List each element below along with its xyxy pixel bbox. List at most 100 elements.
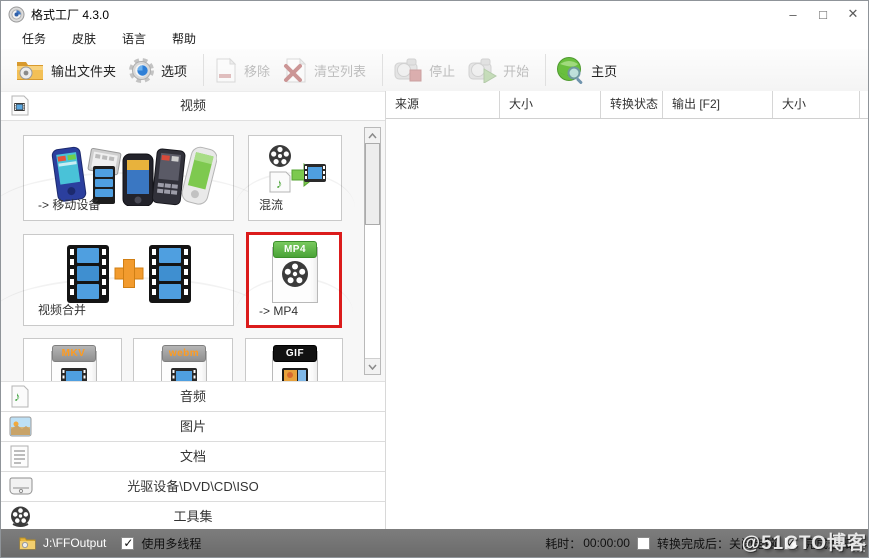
column-convert-state[interactable]: 转换状态	[601, 91, 663, 118]
svg-text:♪: ♪	[276, 176, 283, 191]
options-label: 选项	[161, 63, 188, 79]
tile-mkv[interactable]: MKV	[23, 338, 122, 381]
elapsed-label: 耗时：	[545, 536, 582, 551]
output-folder-label: 输出文件夹	[51, 63, 117, 79]
mp4-file-icon: MP4	[266, 239, 322, 303]
multithread-checkbox[interactable]	[121, 536, 135, 550]
sidebar-item-document[interactable]: 文档	[1, 442, 385, 472]
notify-checkbox[interactable]	[783, 536, 797, 550]
sidebar-item-document-label: 文档	[179, 449, 206, 464]
mp4-format-tab: MP4	[273, 241, 317, 258]
remove-file-icon	[216, 57, 237, 82]
sidebar-item-optical-dvd-cd-iso[interactable]: 光驱设备\DVD\CD\ISO	[1, 472, 385, 502]
tile-mobile-device[interactable]: -> 移动设备	[1, 135, 265, 221]
column-output[interactable]: 输出 [F2]	[663, 91, 773, 118]
stop-icon	[394, 58, 422, 82]
queue-empty-area	[386, 119, 868, 532]
tile-mux[interactable]: ♪ 混流	[235, 135, 355, 221]
stop-label: 停止	[429, 63, 456, 79]
shutdown-checkbox[interactable]	[636, 536, 650, 550]
video-section-label: 视频	[179, 98, 206, 113]
home-globe-icon	[557, 57, 583, 84]
clear-list-icon	[284, 57, 307, 82]
status-left-group: J:\FFOutput 使用多线程	[19, 535, 201, 552]
status-bar: J:\FFOutput 使用多线程 耗时： 00:00:00 转换完成后：关闭电…	[1, 529, 868, 557]
gif-file-icon: GIF	[266, 343, 322, 381]
column-size[interactable]: 大小	[500, 91, 601, 118]
shutdown-label[interactable]: 转换完成后：关闭电脑	[657, 535, 777, 552]
sidebar-item-optical-label: 光驱设备\DVD\CD\ISO	[127, 479, 259, 494]
status-right-group: 耗时： 00:00:00 转换完成后：关闭电脑 完成通知	[545, 535, 852, 552]
mkv-format-tab: MKV	[51, 345, 96, 362]
column-size-2[interactable]: 大小	[773, 91, 860, 118]
remove-label: 移除	[244, 63, 271, 79]
menu-help[interactable]: 帮助	[159, 28, 209, 49]
queue-header: 来源 大小 转换状态 输出 [F2] 大小	[386, 91, 868, 119]
video-format-tiles: -> 移动设备 ♪ 混流 视频合并 MP4 -> MP4 MKV webm GI…	[1, 121, 385, 382]
film-reel-icon	[282, 261, 308, 287]
stop-button[interactable]: 停止	[393, 57, 455, 83]
sidebar-item-toolset-label: 工具集	[173, 509, 213, 524]
toolset-reel-icon	[11, 506, 30, 527]
window-controls: – □ ✕	[778, 1, 868, 27]
sidebar-item-audio[interactable]: ♪ 音频	[1, 382, 385, 412]
picture-icon	[9, 416, 32, 437]
optical-drive-icon	[9, 477, 33, 495]
resize-grip[interactable]	[859, 546, 861, 548]
menu-bar: 任务 皮肤 语言 帮助	[1, 27, 868, 49]
start-icon	[468, 58, 498, 83]
toolbar: 输出文件夹 选项 移除 清空列表 停止 开始 主页	[1, 49, 868, 92]
tiles-scrollbar[interactable]	[364, 127, 381, 375]
start-label: 开始	[503, 63, 530, 79]
output-folder-button[interactable]: 输出文件夹	[15, 58, 116, 82]
sidebar-item-audio-label: 音频	[179, 389, 206, 404]
webm-file-icon: webm	[155, 343, 211, 381]
output-path-folder-icon[interactable]	[19, 536, 36, 550]
app-logo-icon	[8, 6, 25, 22]
tile-mp4[interactable]: MP4 -> MP4	[235, 232, 353, 328]
conversion-queue-panel: 来源 大小 转换状态 输出 [F2] 大小	[385, 91, 868, 532]
home-button[interactable]: 主页	[556, 56, 617, 84]
minimize-button[interactable]: –	[778, 1, 808, 27]
elapsed-value: 00:00:00	[583, 536, 630, 550]
tile-mobile-device-label: -> 移动设备	[38, 198, 101, 212]
scroll-up-button[interactable]	[365, 128, 380, 144]
scroll-down-button[interactable]	[365, 358, 380, 374]
video-section-header[interactable]: 视频	[1, 91, 385, 121]
video-merge-icon	[24, 243, 233, 305]
audio-icon: ♪	[11, 385, 29, 408]
sidebar-item-toolset[interactable]: 工具集	[1, 502, 385, 532]
sidebar-item-picture-label: 图片	[179, 419, 206, 434]
scrollbar-thumb[interactable]	[365, 143, 380, 225]
format-panel: 视频 -> 移动设备 ♪ 混流 视频合并 MP4 -> MP4 MKV webm…	[1, 91, 385, 532]
chevron-up-icon	[368, 132, 377, 138]
remove-button[interactable]: 移除	[214, 57, 270, 84]
video-section-icon	[11, 95, 29, 116]
clear-list-button[interactable]: 清空列表	[282, 57, 366, 84]
tile-video-merge[interactable]: 视频合并	[1, 234, 265, 326]
mux-icon: ♪	[249, 142, 341, 198]
tile-gif[interactable]: GIF	[245, 338, 343, 381]
output-folder-icon	[17, 62, 43, 80]
menu-task[interactable]: 任务	[9, 28, 59, 49]
tile-mux-label: 混流	[259, 198, 284, 212]
column-source[interactable]: 来源	[386, 91, 500, 118]
start-button[interactable]: 开始	[467, 57, 529, 83]
options-button[interactable]: 选项	[128, 57, 187, 84]
webm-format-tab: webm	[162, 345, 206, 362]
toolbar-separator	[382, 54, 384, 86]
maximize-button[interactable]: □	[808, 1, 838, 27]
tile-webm[interactable]: webm	[133, 338, 233, 381]
mkv-file-icon: MKV	[45, 343, 101, 381]
window-title: 格式工厂 4.3.0	[31, 7, 110, 22]
sidebar-item-picture[interactable]: 图片	[1, 412, 385, 442]
close-button[interactable]: ✕	[838, 1, 868, 27]
menu-language[interactable]: 语言	[109, 28, 159, 49]
title-bar: 格式工厂 4.3.0 – □ ✕	[1, 1, 868, 27]
menu-skin[interactable]: 皮肤	[59, 28, 109, 49]
home-label: 主页	[591, 63, 618, 79]
output-path-value[interactable]: J:\FFOutput	[43, 536, 106, 550]
toolbar-separator	[545, 54, 547, 86]
notify-label[interactable]: 完成通知	[804, 535, 852, 552]
multithread-label[interactable]: 使用多线程	[141, 535, 201, 552]
